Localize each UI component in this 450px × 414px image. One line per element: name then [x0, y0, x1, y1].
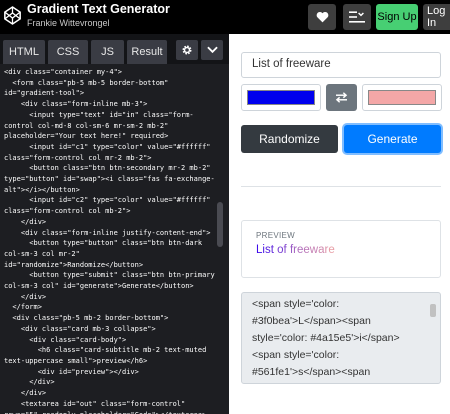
code-line: text-uppercase small">preview</h6>	[4, 356, 148, 365]
preview-text: List of freeware	[256, 244, 426, 256]
exchange-icon	[335, 92, 348, 103]
code-line: <input id="c2" type="color" value="#ffff…	[4, 196, 211, 205]
code-line: placeholder="Your text here!" required>	[4, 132, 169, 141]
code-line: class="form-control col mb-2">	[4, 207, 131, 216]
editor-scrollbar-thumb[interactable]	[217, 202, 223, 247]
preview-letter: w	[309, 244, 319, 256]
code-line: </div>	[4, 292, 47, 301]
code-line: </form>	[4, 303, 42, 312]
code-line: <button type="submit" class="btn btn-pri…	[4, 271, 215, 280]
pen-title: Gradient Text Generator	[27, 2, 170, 16]
tab-result[interactable]: Result	[127, 40, 167, 64]
code-line: col-sm-3 col mr-2"	[4, 249, 80, 258]
code-line: id="gradient-tool">	[4, 89, 85, 98]
color-picker-2[interactable]	[362, 84, 442, 111]
code-line: <h6 class="card-subtitle mb-2 text-muted	[4, 346, 207, 355]
gear-icon	[182, 45, 192, 55]
code-line: rows="5" readonly placeholder="Code"></t…	[4, 410, 215, 414]
form-divider	[241, 186, 441, 187]
randomize-button[interactable]: Randomize	[241, 125, 338, 153]
output-scrollbar-thumb[interactable]	[430, 304, 436, 317]
code-line: <textarea id="out" class="form-control"	[4, 399, 186, 408]
code-area[interactable]: <div class="container my-4"> <form class…	[0, 64, 219, 414]
code-line: <input type="text" id="in" class="form-	[4, 110, 194, 119]
editor-tab-bar: HTML CSS JS Result	[0, 34, 229, 64]
code-line: <div class="form-inline justify-content-…	[4, 228, 211, 237]
tab-css[interactable]: CSS	[48, 40, 88, 64]
chevron-down-icon	[206, 46, 218, 54]
collections-button[interactable]	[343, 4, 371, 30]
text-input[interactable]: List of freeware	[241, 52, 441, 78]
preview-letter: e	[328, 244, 335, 256]
generate-button[interactable]: Generate	[344, 125, 441, 153]
output-code-textarea[interactable]: <span style='color: #3f0bea'>L</span><sp…	[241, 292, 441, 384]
color-picker-1[interactable]	[241, 84, 321, 111]
result-pane: List of freeware Randomize Generate PREV…	[229, 34, 450, 414]
code-line: <form class="pb-5 mb-5 border-bottom"	[4, 78, 169, 87]
code-line: <input id="c1" type="color" value="#ffff…	[4, 142, 211, 151]
code-line: </div>	[4, 389, 47, 398]
heart-icon	[316, 11, 328, 23]
code-line: <div id="preview"></div>	[4, 367, 139, 376]
list-chevron-icon	[349, 11, 365, 23]
top-bar: Gradient Text Generator Frankie Wittevro…	[0, 0, 450, 34]
code-line: <div class="card mb-3 collapse">	[4, 324, 156, 333]
code-line: </div>	[4, 378, 55, 387]
like-button[interactable]	[308, 4, 336, 30]
code-line: control col-md-8 col-sm-6 mr-sm-2 mb-2"	[4, 121, 169, 130]
code-line: <div class="container my-4">	[4, 68, 123, 76]
tab-html[interactable]: HTML	[3, 40, 45, 64]
code-line: col-sm-3 col" id="generate">Generate</bu…	[4, 282, 194, 291]
code-line: alt"></i></button>	[4, 185, 80, 194]
swap-colors-button[interactable]	[326, 84, 357, 111]
codepen-logo-icon[interactable]	[4, 6, 21, 25]
login-button[interactable]: Log In	[423, 4, 450, 30]
code-line: <button type="button" class="btn btn-dar…	[4, 239, 203, 248]
color-swatch-1	[247, 90, 315, 105]
code-line: type="button" id="swap"><i class="fas fa…	[4, 175, 215, 184]
code-line: <button class="btn btn-secondary mr-2 mb…	[4, 164, 211, 173]
pen-author[interactable]: Frankie Wittevrongel	[27, 18, 110, 28]
collapse-button[interactable]	[201, 40, 223, 60]
settings-button[interactable]	[176, 40, 198, 60]
color-swatch-2	[368, 90, 436, 105]
code-line: <div class="card-body">	[4, 335, 127, 344]
signup-button[interactable]: Sign Up	[376, 4, 418, 30]
preview-card: PREVIEW List of freeware	[241, 220, 441, 278]
code-line: <div class="pb-5 mb-2 border-bottom">	[4, 314, 169, 323]
code-line: <div class="form-inline mb-3">	[4, 100, 148, 109]
code-line: </div>	[4, 217, 47, 226]
code-line: class="form-control col mr-2 mb-2">	[4, 153, 152, 162]
tab-js[interactable]: JS	[91, 40, 124, 64]
code-line: id="randomize">Randomize</button>	[4, 260, 144, 269]
html-editor-pane: HTML CSS JS Result <div class="container…	[0, 34, 229, 414]
preview-label: PREVIEW	[256, 231, 295, 240]
